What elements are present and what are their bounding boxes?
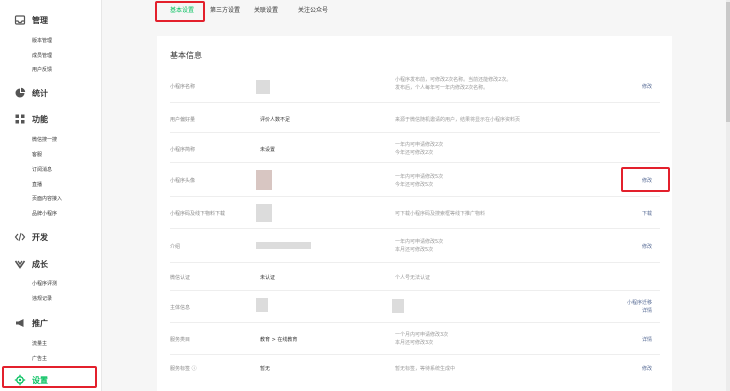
highlight-box-settings [2, 366, 97, 388]
info-row-short-name: 小程序简称 未设置 一年内可申请修改2次 今年还可修改2次 [170, 133, 660, 163]
row-label: 小程序简称 [170, 147, 196, 153]
row-desc: 个人号无法认证 [395, 275, 431, 281]
megaphone-icon [16, 319, 24, 327]
nav-group-label: 管理 [32, 15, 48, 25]
nav-group-dev[interactable]: 开发 [14, 230, 48, 244]
modify-name-link[interactable]: 修改 [642, 83, 652, 91]
nav-group-label: 推广 [32, 318, 48, 328]
sidebar: 管理 版本管理 成员管理 用户反馈 统计 功能 微信搜一搜 客服 订阅消息 直播… [0, 0, 102, 391]
row-label: 服务类目 [170, 337, 191, 343]
row-desc: 来源于微信随机邀请的用户，结果将显示在小程序资料页 [395, 117, 521, 123]
info-row-category: 服务类目 教育 > 在线教育 一个月内可申请修改3次 本月还可修改3次 详情 [170, 323, 660, 355]
row-label: 小程序名称 [170, 84, 196, 90]
modify-intro-link[interactable]: 修改 [642, 243, 652, 251]
row-desc: 一个月内可申请修改3次 本月还可修改3次 [395, 332, 449, 346]
sidebar-item-advertiser[interactable]: 广告主 [32, 355, 47, 362]
sidebar-item-traffic-owner[interactable]: 流量主 [32, 340, 47, 347]
row-desc: 一年内可申请修改2次 今年还可修改2次 [395, 142, 444, 156]
row-desc: 小程序发布前，可修改2次名称。当前还能修改2次。 发布后，个人每年可一年内修改2… [395, 77, 512, 91]
row-label: 小程序码及线下物料下载 [170, 211, 226, 217]
info-row-intro: 介绍 一年内可申请修改5次 本月还可修改5次 修改 [170, 229, 660, 263]
entity-actions: 小程序迁移 详情 [627, 299, 652, 315]
basic-info-panel: 基本信息 小程序名称 小程序发布前，可修改2次名称。当前还能修改2次。 发布后，… [157, 36, 672, 391]
tab-third-party[interactable]: 第三方设置 [206, 4, 244, 18]
nav-group-label: 开发 [32, 232, 48, 242]
row-desc: 可下载小程序码及搜索框等线下推广物料 [395, 211, 486, 217]
row-label: 服务标签 ⓘ [170, 366, 197, 372]
highlight-box-avatar-modify [621, 167, 670, 192]
sidebar-item-subscribe-msg[interactable]: 订阅消息 [32, 166, 52, 173]
modify-tags-link[interactable]: 修改 [642, 365, 652, 373]
inbox-icon [14, 15, 26, 25]
sidebar-item-version[interactable]: 版本管理 [32, 37, 52, 44]
sidebar-item-live[interactable]: 直播 [32, 181, 42, 188]
nav-group-features[interactable]: 功能 [14, 112, 48, 126]
tab-follow-account[interactable]: 关注公众号 [289, 4, 337, 18]
row-label: 主体信息 [170, 305, 191, 311]
blurred-entity-desc [392, 299, 404, 313]
tab-association[interactable]: 关联设置 [247, 4, 285, 18]
row-label: 小程序头像 [170, 178, 196, 184]
category-detail-link[interactable]: 详情 [642, 336, 652, 344]
sidebar-item-page-content[interactable]: 页面内容接入 [32, 195, 62, 202]
info-row-preference: 用户偏好量 评价人数不足 来源于微信随机邀请的用户，结果将显示在小程序资料页 [170, 103, 660, 133]
sidebar-item-members[interactable]: 成员管理 [32, 52, 52, 59]
row-desc: 一年内可申请修改5次 本月还可修改5次 [395, 239, 444, 253]
panel-title: 基本信息 [170, 51, 202, 60]
sidebar-item-evaluation[interactable]: 小程序评测 [32, 280, 57, 287]
row-value: 未认证 [260, 275, 276, 281]
sidebar-item-customer-service[interactable]: 客服 [32, 151, 42, 158]
row-label: 介绍 [170, 244, 181, 250]
blurred-qrcode [256, 204, 272, 222]
sidebar-item-brand[interactable]: 品牌小程序 [32, 210, 57, 217]
row-label: 用户偏好量 [170, 117, 196, 123]
grid-icon [15, 114, 25, 124]
nav-group-label: 统计 [32, 88, 48, 98]
row-value: 暂无 [260, 366, 271, 372]
info-row-name: 小程序名称 小程序发布前，可修改2次名称。当前还能修改2次。 发布后，个人每年可… [170, 69, 660, 103]
blurred-intro [256, 242, 311, 249]
sidebar-item-search[interactable]: 微信搜一搜 [32, 136, 57, 143]
blurred-value [256, 80, 270, 94]
row-value: 未设置 [260, 147, 276, 153]
migrate-link[interactable]: 小程序迁移 [627, 299, 652, 307]
scrollbar-thumb[interactable] [726, 2, 730, 122]
row-value: 评价人数不足 [260, 117, 291, 123]
code-icon [14, 232, 26, 242]
sidebar-item-feedback[interactable]: 用户反馈 [32, 66, 52, 73]
nav-group-label: 功能 [32, 114, 48, 124]
nav-group-growth[interactable]: 成长 [14, 257, 48, 271]
download-link[interactable]: 下载 [642, 210, 652, 218]
entity-detail-link[interactable]: 详情 [627, 307, 652, 315]
avatar [256, 170, 272, 190]
nav-group-stats[interactable]: 统计 [14, 86, 48, 100]
row-desc: 一年内可申请修改5次 今年还可修改5次 [395, 174, 444, 188]
highlight-box-tab [155, 1, 205, 22]
blurred-entity [256, 298, 268, 312]
sidebar-item-violations[interactable]: 违规记录 [32, 295, 52, 302]
nav-group-promote[interactable]: 推广 [14, 316, 48, 330]
row-label: 微信认证 [170, 275, 191, 281]
nav-group-label: 成长 [32, 259, 48, 269]
growth-icon [14, 260, 26, 269]
info-row-qrcode: 小程序码及线下物料下载 可下载小程序码及搜索框等线下推广物料 下载 [170, 197, 660, 229]
scrollbar[interactable] [726, 0, 730, 391]
info-row-avatar: 小程序头像 一年内可申请修改5次 今年还可修改5次 修改 [170, 163, 660, 197]
pie-chart-icon [15, 87, 26, 98]
info-row-entity: 主体信息 小程序迁移 详情 [170, 291, 660, 323]
info-row-verification: 微信认证 未认证 个人号无法认证 [170, 263, 660, 291]
nav-group-manage[interactable]: 管理 [14, 13, 48, 27]
row-value: 教育 > 在线教育 [260, 337, 298, 343]
info-row-tags: 服务标签 ⓘ 暂无 暂无标签，等待系统生成中 修改 [170, 355, 660, 385]
row-desc: 暂无标签，等待系统生成中 [395, 366, 456, 372]
